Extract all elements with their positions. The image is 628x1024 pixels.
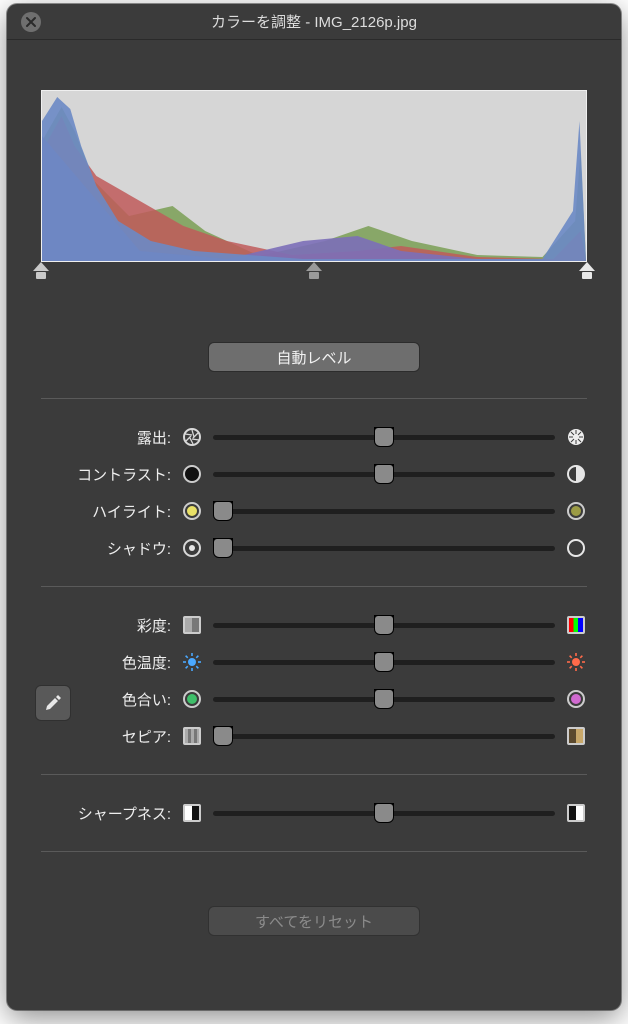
slider-row-sepia: セピア: xyxy=(41,724,587,748)
window-title: カラーを調整 - IMG_2126p.jpg xyxy=(7,11,621,32)
reset-all-button[interactable]: すべてをリセット xyxy=(208,906,420,936)
slider-thumb-tint[interactable] xyxy=(374,689,394,709)
slider-label-shadows: シャドウ: xyxy=(41,538,171,559)
histogram-area xyxy=(41,90,587,284)
divider xyxy=(41,398,587,399)
histogram-graph xyxy=(42,91,586,261)
auto-levels-button[interactable]: 自動レベル xyxy=(208,342,420,372)
black-point-handle[interactable] xyxy=(33,262,49,282)
level-handles xyxy=(41,262,587,284)
sq-half-wb-icon xyxy=(565,802,587,824)
dot-yellow-icon xyxy=(181,500,203,522)
target-icon xyxy=(181,537,203,559)
slider-tint[interactable] xyxy=(213,697,555,702)
aperture-open-icon xyxy=(565,426,587,448)
circle-dark-icon xyxy=(181,463,203,485)
slider-group-sharpness: シャープネス: xyxy=(41,801,587,825)
sun-blue-icon xyxy=(181,651,203,673)
ring-icon xyxy=(565,537,587,559)
slider-row-exposure: 露出: xyxy=(41,425,587,449)
slider-row-contrast: コントラスト: xyxy=(41,462,587,486)
slider-row-sharpness: シャープネス: xyxy=(41,801,587,825)
slider-label-saturation: 彩度: xyxy=(41,615,171,636)
slider-row-temperature: 色温度: xyxy=(41,650,587,674)
slider-label-sharpness: シャープネス: xyxy=(41,803,171,824)
dot-olive-icon xyxy=(565,500,587,522)
divider xyxy=(41,774,587,775)
slider-group-exposure: 露出: コントラスト: ハイライト: シャドウ: xyxy=(41,425,587,560)
slider-thumb-contrast[interactable] xyxy=(374,464,394,484)
slider-thumb-saturation[interactable] xyxy=(374,615,394,635)
sq-half-bw-icon xyxy=(181,802,203,824)
slider-contrast[interactable] xyxy=(213,472,555,477)
slider-sepia[interactable] xyxy=(213,734,555,739)
divider xyxy=(41,586,587,587)
slider-thumb-sepia[interactable] xyxy=(213,726,233,746)
eyedropper-icon xyxy=(43,693,63,713)
slider-highlights[interactable] xyxy=(213,509,555,514)
dot-magenta-icon xyxy=(565,688,587,710)
slider-saturation[interactable] xyxy=(213,623,555,628)
close-button[interactable] xyxy=(21,12,41,32)
slider-label-exposure: 露出: xyxy=(41,427,171,448)
slider-thumb-sharpness[interactable] xyxy=(374,803,394,823)
circle-half-icon xyxy=(565,463,587,485)
slider-thumb-exposure[interactable] xyxy=(374,427,394,447)
slider-group-color: 彩度: 色温度: 色合い: セピア: xyxy=(41,613,587,748)
slider-row-highlights: ハイライト: xyxy=(41,499,587,523)
slider-thumb-highlights[interactable] xyxy=(213,501,233,521)
slider-label-contrast: コントラスト: xyxy=(41,464,171,485)
sq-stripe-icon xyxy=(181,725,203,747)
slider-thumb-temperature[interactable] xyxy=(374,652,394,672)
titlebar: カラーを調整 - IMG_2126p.jpg xyxy=(7,4,621,40)
aperture-icon xyxy=(181,426,203,448)
adjust-color-window: カラーを調整 - IMG_2126p.jpg xyxy=(7,4,621,1010)
white-point-handle[interactable] xyxy=(579,262,595,282)
divider xyxy=(41,851,587,852)
slider-row-saturation: 彩度: xyxy=(41,613,587,637)
close-icon xyxy=(25,16,37,28)
sq-rgb-icon xyxy=(565,614,587,636)
slider-row-tint: 色合い: xyxy=(41,687,587,711)
slider-label-sepia: セピア: xyxy=(41,726,171,747)
slider-label-highlights: ハイライト: xyxy=(41,501,171,522)
eyedropper-button[interactable] xyxy=(35,685,71,721)
slider-exposure[interactable] xyxy=(213,435,555,440)
histogram xyxy=(41,90,587,262)
slider-shadows[interactable] xyxy=(213,546,555,551)
sun-red-icon xyxy=(565,651,587,673)
slider-label-temperature: 色温度: xyxy=(41,652,171,673)
sq-sepia-icon xyxy=(565,725,587,747)
slider-sharpness[interactable] xyxy=(213,811,555,816)
slider-row-shadows: シャドウ: xyxy=(41,536,587,560)
mid-point-handle[interactable] xyxy=(306,262,322,282)
slider-thumb-shadows[interactable] xyxy=(213,538,233,558)
dot-green-icon xyxy=(181,688,203,710)
sq-gray-icon xyxy=(181,614,203,636)
slider-temperature[interactable] xyxy=(213,660,555,665)
content: 自動レベル 露出: コントラスト: ハイライト: シ xyxy=(7,40,621,1010)
